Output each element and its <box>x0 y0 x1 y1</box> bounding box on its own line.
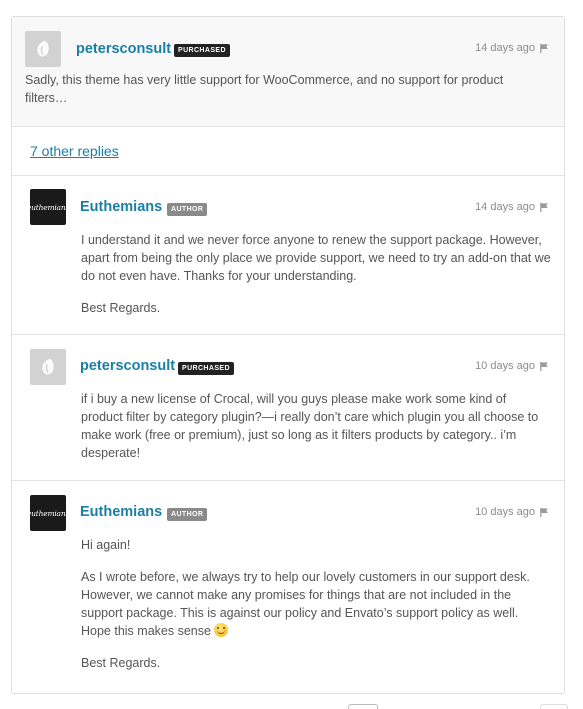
flag-icon[interactable] <box>539 43 550 54</box>
other-replies-bar: 7 other replies <box>12 127 564 176</box>
reply-time: 10 days ago <box>475 360 535 372</box>
comment-thread: petersconsult PURCHASED 14 days ago Sadl… <box>11 16 565 694</box>
avatar[interactable]: euthemians <box>26 189 70 225</box>
reply-meta: 14 days ago <box>475 201 550 213</box>
comment-username[interactable]: petersconsult <box>76 41 171 57</box>
purchased-badge: PURCHASED <box>174 44 230 57</box>
reply-username[interactable]: Euthemians <box>80 199 162 215</box>
pagination-button[interactable] <box>540 704 568 709</box>
purchased-badge: PURCHASED <box>178 362 234 375</box>
smiley-emoji-icon <box>214 623 229 637</box>
reply-item: euthemians Euthemians AUTHOR 14 days ago… <box>12 176 564 335</box>
reply-username[interactable]: petersconsult <box>80 358 175 374</box>
comment-body: Sadly, this theme has very little suppor… <box>25 71 545 107</box>
reply-paragraph-text: As I wrote before, we always try to help… <box>81 570 530 638</box>
main-comment: petersconsult PURCHASED 14 days ago Sadl… <box>12 17 564 127</box>
comment-meta: 14 days ago <box>475 42 550 54</box>
reply-body: I understand it and we never force anyon… <box>81 231 551 317</box>
flag-icon[interactable] <box>539 507 550 518</box>
reply-paragraph: As I wrote before, we always try to help… <box>81 568 551 640</box>
reply-time: 14 days ago <box>475 201 535 213</box>
reply-body: Hi again! As I wrote before, we always t… <box>81 536 551 672</box>
avatar-logo-text: euthemians <box>26 508 70 518</box>
avatar[interactable] <box>30 349 66 385</box>
reply-item: euthemians Euthemians AUTHOR 10 days ago… <box>12 481 564 693</box>
other-replies-link[interactable]: 7 other replies <box>30 143 119 159</box>
flag-icon[interactable] <box>539 361 550 372</box>
comment-text: Sadly, this theme has very little suppor… <box>25 73 504 105</box>
pagination-button[interactable] <box>348 704 378 709</box>
reply-paragraph: I understand it and we never force anyon… <box>81 233 551 283</box>
avatar-logo-text: euthemians <box>26 202 70 212</box>
avatar[interactable]: euthemians <box>26 495 70 531</box>
reply-paragraph: Best Regards. <box>81 656 161 670</box>
default-avatar-icon <box>42 358 54 375</box>
reply-meta: 10 days ago <box>475 360 550 372</box>
author-badge: AUTHOR <box>167 508 208 521</box>
reply-username[interactable]: Euthemians <box>80 504 162 520</box>
reply-paragraph: Best Regards. <box>81 301 161 315</box>
reply-paragraph: if i buy a new license of Crocal, will y… <box>81 392 539 460</box>
reply-paragraph: Hi again! <box>81 538 131 552</box>
reply-time: 10 days ago <box>475 506 535 518</box>
author-badge: AUTHOR <box>167 203 208 216</box>
flag-icon[interactable] <box>539 202 550 213</box>
avatar[interactable] <box>25 31 61 67</box>
reply-body: if i buy a new license of Crocal, will y… <box>81 390 551 462</box>
default-avatar-icon <box>37 40 49 57</box>
reply-meta: 10 days ago <box>475 506 550 518</box>
comment-time: 14 days ago <box>475 42 535 54</box>
reply-item: petersconsult PURCHASED 10 days ago if i… <box>12 335 564 481</box>
